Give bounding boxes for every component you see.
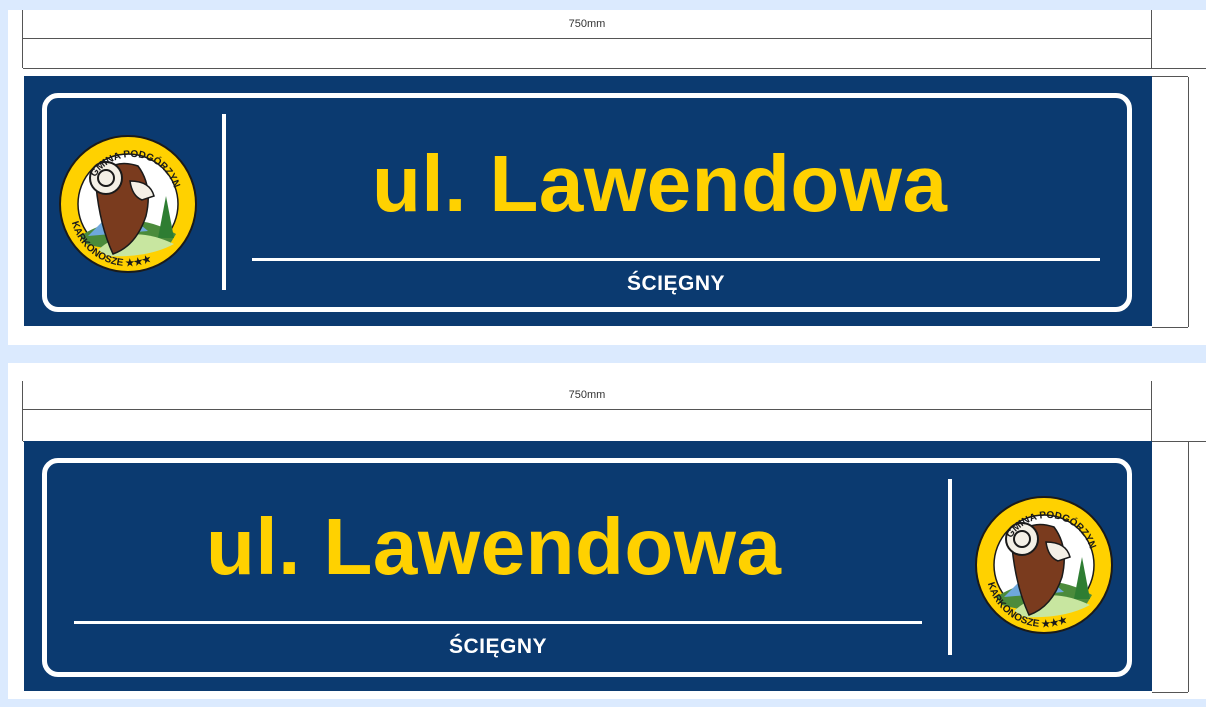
width-label: 750mm xyxy=(568,389,606,401)
street-underline xyxy=(74,621,922,624)
width-baseline xyxy=(23,68,1206,69)
village-name: ŚCIĘGNY xyxy=(626,272,726,295)
village-name: ŚCIĘGNY xyxy=(448,635,548,658)
gmina-podgorzyn-emblem: GMINA PODGÓRZYN KARKONOSZE ★★★ xyxy=(975,496,1113,634)
width-dimension-line xyxy=(23,409,1151,410)
street-sign-plate: ul. Lawendowa ŚCIĘGNY GMINA PODGÓRZYN KA… xyxy=(24,441,1152,691)
gmina-podgorzyn-emblem: GMINA PODGÓRZYN KARKONOSZE ★★★ xyxy=(59,135,197,273)
height-dimension-line xyxy=(1188,442,1189,692)
street-underline xyxy=(252,258,1100,261)
width-dimension: 750mm xyxy=(22,10,1206,69)
sign-sheet-1: 750mm GMINA PODGÓRZYN KARKONOSZE ★★★ ul.… xyxy=(8,10,1206,345)
height-dimension-line xyxy=(1188,77,1189,327)
emblem-divider xyxy=(222,114,226,290)
emblem-divider xyxy=(948,479,952,655)
height-dimension: 165mm xyxy=(1152,76,1206,328)
sign-sheet-2: 750mm ul. Lawendowa ŚCIĘGNY GMINA PODGÓR… xyxy=(8,363,1206,699)
width-dimension-line xyxy=(23,38,1151,39)
width-label: 750mm xyxy=(568,18,606,30)
street-name: ul. Lawendowa xyxy=(206,502,782,591)
street-sign-plate: GMINA PODGÓRZYN KARKONOSZE ★★★ ul. Lawen… xyxy=(24,76,1152,326)
street-name: ul. Lawendowa xyxy=(372,139,948,228)
height-dimension: 165mm xyxy=(1152,441,1206,693)
width-dimension: 750mm xyxy=(22,381,1206,442)
